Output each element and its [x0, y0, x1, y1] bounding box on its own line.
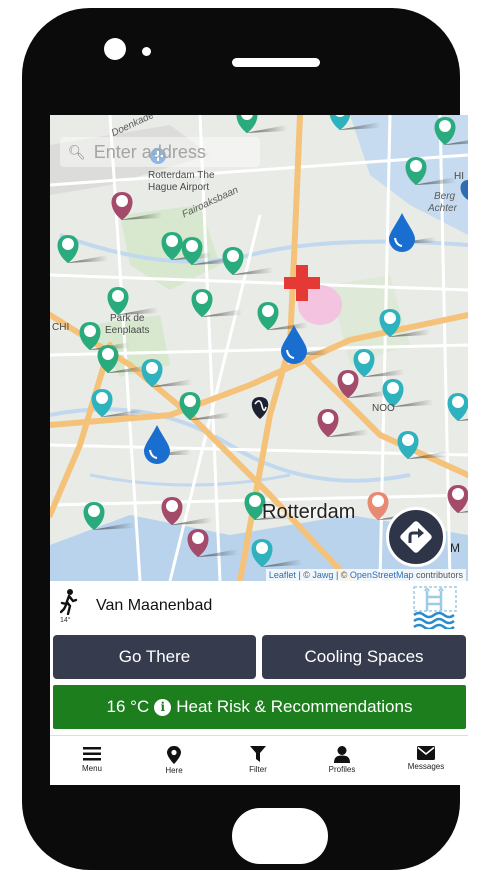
filter-icon: [250, 746, 266, 762]
info-icon: i: [154, 698, 172, 716]
address-search-input[interactable]: [91, 140, 266, 164]
map-pin-teal[interactable]: [397, 431, 449, 459]
map-pin-teal[interactable]: [379, 309, 431, 337]
search-icon: 🔍︎: [68, 143, 86, 160]
tab-messages[interactable]: Messages: [386, 736, 466, 785]
map-label-chi: CHI: [52, 322, 70, 333]
sensor: [142, 47, 151, 56]
map-pin-green[interactable]: [179, 392, 231, 420]
map-pin-teal[interactable]: [329, 115, 381, 130]
address-search-bar[interactable]: 🔍︎: [60, 137, 266, 167]
tab-here[interactable]: Here: [134, 736, 214, 785]
cooling-spaces-button[interactable]: Cooling Spaces: [262, 635, 466, 679]
menu-icon: [83, 747, 101, 761]
swimming-pool-icon: [413, 586, 457, 629]
osm-link[interactable]: OpenStreetMap: [350, 570, 414, 580]
map-label-airport-2: Hague Airport: [148, 182, 210, 193]
envelope-icon: [417, 746, 435, 760]
tab-label: Messages: [407, 762, 445, 771]
selected-place-panel[interactable]: 14° Van Maanenbad: [50, 581, 468, 633]
map-attribution: Leaflet | © Jawg | © OpenStreetMap contr…: [265, 569, 466, 581]
app-screen: 🔍︎ Doenkade Rotterdam The Hague Airport …: [50, 115, 468, 785]
heat-risk-button[interactable]: 16 °C i Heat Risk & Recommendations: [53, 685, 466, 729]
map-pin-green[interactable]: [57, 235, 109, 263]
map-pin-teal[interactable]: [141, 359, 193, 387]
map-pin-teal[interactable]: [353, 349, 405, 377]
tab-label: Filter: [249, 765, 267, 774]
home-button[interactable]: [232, 808, 328, 864]
front-camera: [104, 38, 126, 60]
speaker-grille: [232, 58, 320, 67]
place-name: Van Maanenbad: [96, 597, 213, 614]
map-pin-teal[interactable]: [447, 393, 469, 421]
map-label-park-2: Eenplaats: [105, 325, 150, 336]
bottom-tab-bar: Menu Here Filter Profiles Messages: [50, 735, 468, 785]
map-label-park-1: Park de: [110, 313, 145, 324]
map-pin-blue[interactable]: [460, 180, 469, 200]
tab-menu[interactable]: Menu: [52, 736, 132, 785]
map-pin-green[interactable]: [257, 302, 309, 330]
map-pin-green[interactable]: [97, 345, 149, 373]
person-icon: [334, 746, 350, 763]
map-label-m: M: [450, 541, 460, 555]
tab-label: Menu: [81, 764, 102, 773]
tab-profiles[interactable]: Profiles: [302, 736, 382, 785]
map-pin-green[interactable]: [222, 247, 274, 275]
walking-person-icon: [60, 589, 78, 615]
heat-risk-label: Heat Risk & Recommendations: [176, 697, 413, 716]
map-pin-maroon[interactable]: [317, 409, 369, 437]
map-pin-maroon[interactable]: [447, 485, 469, 513]
attribution-separator: | ©: [295, 570, 313, 580]
tab-label: Here: [165, 766, 183, 775]
tab-filter[interactable]: Filter: [218, 736, 298, 785]
directions-icon: [400, 521, 432, 553]
map-pin-green[interactable]: [191, 289, 243, 317]
map-view[interactable]: 🔍︎ Doenkade Rotterdam The Hague Airport …: [50, 115, 468, 581]
map-label-hi: HI: [454, 171, 464, 182]
water-drop-icon[interactable]: [144, 425, 191, 464]
water-drop-icon[interactable]: [281, 325, 328, 364]
attribution-suffix: contributors: [413, 570, 463, 580]
leaflet-link[interactable]: Leaflet: [269, 570, 296, 580]
go-there-button[interactable]: Go There: [53, 635, 256, 679]
jawg-link[interactable]: Jawg: [312, 570, 333, 580]
map-pin-maroon[interactable]: [187, 529, 239, 557]
map-label-berg-1: Berg: [434, 191, 456, 202]
map-pin-teal[interactable]: [91, 389, 143, 417]
map-pin-maroon[interactable]: [111, 192, 163, 220]
current-temperature: 16 °C: [106, 697, 150, 716]
location-pin-icon: [167, 746, 181, 764]
map-pin-maroon[interactable]: [161, 497, 213, 525]
map-label-berg-2: Achter: [428, 203, 457, 214]
hospital-cross-icon[interactable]: [284, 265, 320, 301]
map-pin-green[interactable]: [236, 115, 288, 133]
current-location-marker[interactable]: [251, 397, 269, 419]
map-label-city: Rotterdam: [262, 501, 356, 523]
map-label-airport-1: Rotterdam The: [148, 170, 215, 181]
map-pin-green[interactable]: [405, 157, 457, 185]
navigate-button[interactable]: [386, 507, 446, 567]
map-pin-green[interactable]: [434, 117, 469, 145]
walk-temperature: 14°: [60, 617, 71, 624]
map-label-noord: NOO: [372, 403, 395, 414]
water-drop-icon[interactable]: [389, 213, 436, 252]
map-pin-green[interactable]: [107, 287, 159, 315]
attribution-separator: | ©: [333, 570, 350, 580]
map-pin-teal[interactable]: [251, 539, 303, 567]
tab-label: Profiles: [328, 765, 356, 774]
map-pin-green[interactable]: [83, 502, 135, 530]
